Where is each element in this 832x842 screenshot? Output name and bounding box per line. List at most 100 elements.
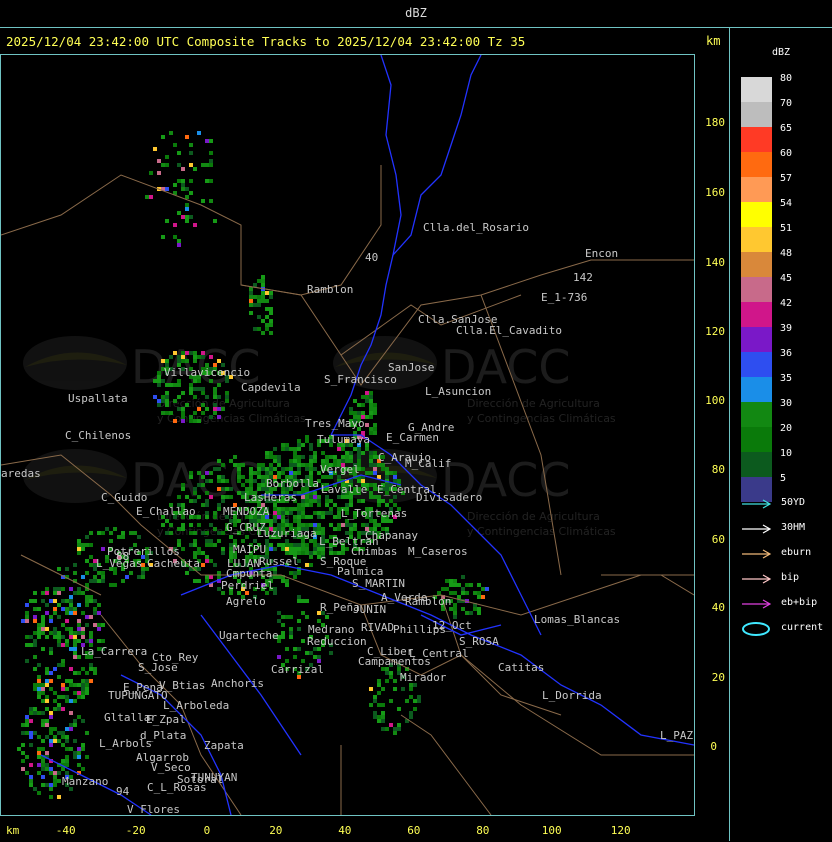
dbz-swatch <box>741 177 772 202</box>
radar-echo-cell <box>177 407 181 411</box>
radar-echo-cell <box>249 295 253 299</box>
radar-echo-cell <box>25 715 29 719</box>
radar-echo-cell <box>129 571 133 575</box>
radar-echo-cell <box>49 767 53 771</box>
radar-echo-cell <box>197 131 201 135</box>
radar-echo-cell <box>185 135 189 139</box>
radar-echo-cell <box>185 359 189 363</box>
radar-echo-cell <box>69 627 73 631</box>
y-tick-label: 20 <box>711 671 725 684</box>
radar-map[interactable]: DACC Dirección de Agricultura y Contingenc… <box>0 54 695 816</box>
radar-echo-cell <box>261 283 265 287</box>
radar-echo-cell <box>45 683 49 687</box>
radar-echo-cell <box>313 459 317 463</box>
radar-echo-cell <box>253 471 257 475</box>
radar-echo-cell <box>149 195 153 199</box>
radar-echo-cell <box>69 699 73 703</box>
radar-echo-cell <box>41 711 45 715</box>
place-label: E_1-736 <box>541 291 588 304</box>
x-tick-label: 100 <box>541 824 562 837</box>
radar-echo-cell <box>281 447 285 451</box>
dbz-swatch <box>741 452 772 477</box>
radar-echo-cell <box>73 607 77 611</box>
dbz-level-label: 51 <box>780 223 793 234</box>
radar-echo-cell <box>257 303 261 307</box>
radar-echo-cell <box>217 407 221 411</box>
radar-echo-cell <box>81 767 85 771</box>
radar-echo-cell <box>53 699 57 703</box>
radar-echo-cell <box>53 607 57 611</box>
radar-echo-cell <box>261 319 265 323</box>
radar-echo-cell <box>49 739 53 743</box>
radar-echo-cell <box>221 499 225 503</box>
radar-echo-cell <box>277 471 281 475</box>
radar-echo-cell <box>65 607 69 611</box>
radar-echo-cell <box>273 459 277 463</box>
radar-echo-cell <box>409 715 413 719</box>
radar-echo-cell <box>25 619 29 623</box>
radar-echo-cell <box>269 547 273 551</box>
radar-echo-cell <box>33 707 37 711</box>
radar-echo-cell <box>301 551 305 555</box>
radar-echo-cell <box>161 379 165 383</box>
radar-echo-cell <box>85 683 89 687</box>
radar-echo-cell <box>41 719 45 723</box>
radar-echo-cell <box>309 503 313 507</box>
radar-echo-cell <box>377 719 381 723</box>
radar-echo-cell <box>37 751 41 755</box>
radar-echo-cell <box>385 475 389 479</box>
radar-echo-cell <box>309 443 313 447</box>
radar-echo-cell <box>277 455 281 459</box>
radar-echo-cell <box>97 603 101 607</box>
x-tick-label: 80 <box>476 824 490 837</box>
radar-echo-cell <box>369 451 373 455</box>
radar-echo-cell <box>317 503 321 507</box>
radar-echo-cell <box>57 695 61 699</box>
radar-echo-cell <box>217 479 221 483</box>
radar-echo-cell <box>185 187 189 191</box>
radar-echo-cell <box>69 679 73 683</box>
radar-echo-cell <box>237 479 241 483</box>
radar-echo-cell <box>213 391 217 395</box>
radar-echo-cell <box>313 451 317 455</box>
radar-echo-cell <box>169 531 173 535</box>
radar-echo-cell <box>49 783 53 787</box>
radar-echo-cell <box>45 763 49 767</box>
radar-echo-cell <box>289 615 293 619</box>
place-label: L_Central <box>409 647 469 660</box>
radar-echo-cell <box>189 215 193 219</box>
radar-echo-cell <box>369 703 373 707</box>
place-label: RIVAD <box>361 621 395 634</box>
radar-echo-cell <box>189 415 193 419</box>
radar-echo-cell <box>33 667 37 671</box>
radar-echo-cell <box>205 515 209 519</box>
radar-echo-cell <box>85 639 89 643</box>
radar-echo-cell <box>385 471 389 475</box>
radar-echo-cell <box>61 659 65 663</box>
place-label: Anchoris <box>211 677 264 690</box>
dbz-level-label: 5 <box>780 473 787 484</box>
radar-echo-cell <box>49 711 53 715</box>
radar-echo-cell <box>325 499 329 503</box>
radar-echo-cell <box>189 531 193 535</box>
radar-echo-cell <box>269 311 273 315</box>
radar-echo-cell <box>93 607 97 611</box>
radar-echo-cell <box>305 651 309 655</box>
radar-echo-cell <box>313 547 317 551</box>
radar-echo-cell <box>181 351 185 355</box>
dbz-swatch <box>741 152 772 177</box>
radar-echo-cell <box>189 179 193 183</box>
radar-echo-cell <box>85 731 89 735</box>
radar-echo-cell <box>77 627 81 631</box>
radar-echo-cell <box>97 571 101 575</box>
radar-echo-cell <box>73 683 77 687</box>
radar-echo-cell <box>181 359 185 363</box>
radar-echo-cell <box>377 683 381 687</box>
radar-echo-cell <box>305 551 309 555</box>
radar-echo-cell <box>165 219 169 223</box>
radar-echo-cell <box>261 331 265 335</box>
radar-echo-cell <box>381 499 385 503</box>
radar-echo-cell <box>101 571 105 575</box>
radar-echo-cell <box>181 391 185 395</box>
radar-echo-cell <box>217 503 221 507</box>
